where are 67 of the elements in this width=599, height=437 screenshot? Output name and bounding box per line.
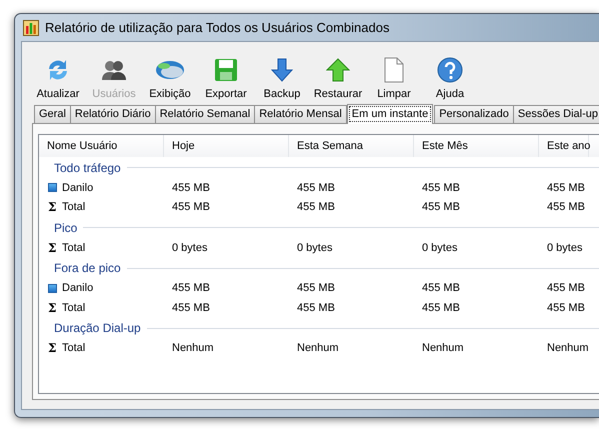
table-cell-text: 455 MB (421, 282, 461, 294)
toolbar-button[interactable]: Atualizar (30, 46, 86, 104)
table-cell-text: Nenhum (296, 342, 340, 354)
table-cell-text: 455 MB (546, 201, 586, 214)
table-cell: Danilo (62, 282, 94, 294)
table-cell-text: 455 MB (171, 201, 211, 214)
tab[interactable]: Geral (34, 105, 71, 123)
tab[interactable]: Relatório Semanal (154, 105, 256, 123)
up-arrow-icon (326, 58, 350, 82)
oval-icon (155, 60, 185, 80)
table-cell-text: 455 MB (171, 282, 211, 294)
table-cell: Total (62, 242, 86, 254)
window-title: Relatório de utilização para Todos os Usuários Combinados (45, 20, 390, 35)
sigma-symbol: Σ (48, 240, 57, 255)
table-cell-text: 455 MB (296, 201, 336, 214)
table-cell: Danilo (62, 182, 94, 194)
toolbar-button[interactable]: Limpar (366, 46, 422, 104)
help-icon (437, 57, 463, 83)
user-square-icon (48, 183, 57, 192)
table-cell-text: Nenhum (546, 342, 589, 354)
tab[interactable]: Personalizado (434, 105, 514, 123)
toolbar-button[interactable]: Exibição (142, 46, 198, 104)
group-header: Fora de pico (54, 261, 121, 275)
table-cell-text: Nenhum (171, 342, 215, 354)
table-cell-text: 0 bytes (296, 242, 334, 254)
table-cell-text: 455 MB (421, 182, 461, 194)
table-cell-text: 455 MB (421, 201, 461, 214)
toolbar-button[interactable]: Ajuda (422, 46, 478, 104)
column-header[interactable]: Este ano (539, 135, 589, 157)
column-header[interactable]: Nome Usuário (39, 135, 164, 157)
table-cell-text: 455 MB (296, 282, 336, 294)
table-cell-text: 455 MB (296, 302, 336, 314)
table-cell: Total (62, 302, 86, 314)
bar-chart-icon (23, 20, 39, 36)
user-square-icon (48, 284, 57, 293)
users-icon (101, 59, 127, 81)
table-cell: Total (62, 201, 86, 214)
table-cell-text: 455 MB (296, 182, 336, 194)
tab[interactable]: Relatório Diário (70, 105, 156, 123)
group-header: Pico (54, 220, 78, 234)
table-cell-text: 455 MB (421, 302, 461, 314)
table-cell-text: 455 MB (171, 302, 211, 314)
sigma-symbol: Σ (48, 200, 57, 214)
table-cell-text: 455 MB (546, 182, 586, 194)
table-cell: Total (62, 342, 86, 354)
sigma-symbol: Σ (48, 341, 57, 356)
toolbar-button[interactable]: Restaurar (310, 46, 366, 104)
table-cell-text: 0 bytes (171, 242, 208, 254)
group-header: Duração Dial-up (54, 321, 141, 335)
tab[interactable]: Sessões Dial-up (512, 105, 599, 123)
column-header[interactable]: Este Mês (414, 135, 539, 157)
table-cell-text: 455 MB (546, 282, 586, 294)
toolbar-button[interactable]: Exportar (198, 46, 254, 104)
blank-page-icon (384, 57, 404, 83)
table-cell-text: 0 bytes (421, 242, 458, 254)
table-cell-text: 455 MB (171, 182, 211, 194)
tab[interactable]: Em um instante (346, 104, 434, 124)
column-header[interactable]: Esta Semana (289, 135, 414, 157)
toolbar-button[interactable]: Backup (254, 46, 310, 104)
down-arrow-icon (271, 58, 293, 82)
group-header: Todo tráfego (54, 160, 121, 174)
table-cell-text: 0 bytes (546, 242, 584, 254)
column-header[interactable]: Hoje (164, 135, 289, 157)
table-cell-text: 455 MB (546, 302, 586, 314)
sigma-symbol: Σ (48, 300, 57, 315)
tab[interactable]: Relatório Mensal (254, 105, 347, 123)
table-cell-text: Nenhum (421, 342, 465, 354)
